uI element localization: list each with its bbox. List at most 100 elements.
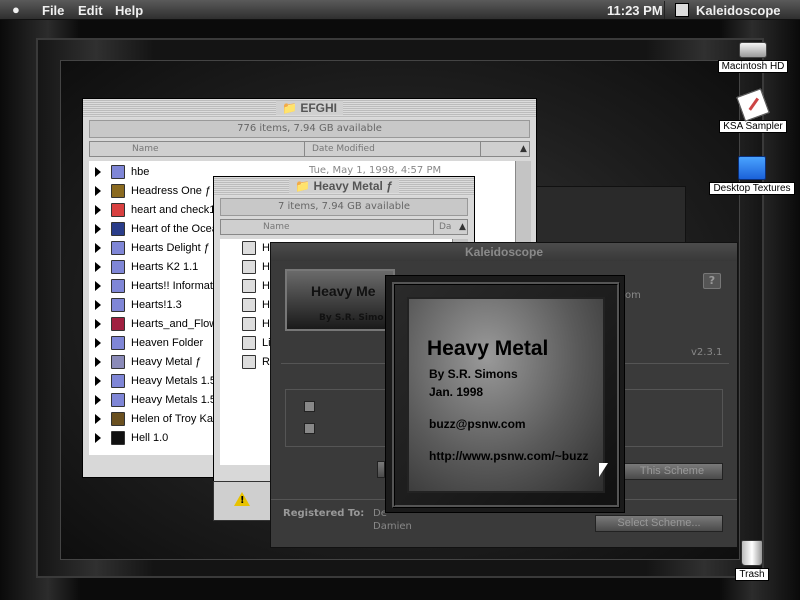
scheme-button-edge[interactable] — [377, 461, 385, 478]
folder-icon — [111, 412, 125, 426]
folder-icon — [111, 393, 125, 407]
disclosure-triangle-icon[interactable] — [95, 433, 101, 443]
registered-to-line-2: Damien — [373, 521, 412, 532]
sort-direction-icon[interactable]: ▲ — [459, 222, 466, 232]
disclosure-triangle-icon[interactable] — [95, 224, 101, 234]
list-item-name: Hearts!1.3 — [131, 299, 182, 311]
window-title: Heavy Metal ƒ — [313, 179, 393, 193]
about-title: Heavy Metal — [427, 337, 549, 360]
application-menu-icon[interactable] — [675, 3, 689, 17]
window-titlebar[interactable]: 📁 EFGHI — [83, 99, 536, 118]
folder-icon — [738, 156, 766, 180]
disclosure-triangle-icon[interactable] — [95, 186, 101, 196]
column-name[interactable]: Name — [263, 222, 290, 232]
option-checkbox-1[interactable] — [304, 401, 315, 412]
folder-icon: 📁 — [282, 101, 297, 115]
list-item-name: Heavy Metal ƒ — [131, 356, 202, 368]
menu-clock[interactable]: 11:23 PM — [607, 3, 663, 18]
list-item-name: Hearts Delight ƒ — [131, 242, 210, 254]
desktop-icon-label: Macintosh HD — [717, 60, 789, 73]
menu-edit[interactable]: Edit — [78, 3, 103, 18]
desktop-icon-label: Trash — [735, 568, 769, 581]
background-window — [536, 186, 686, 246]
disclosure-triangle-icon[interactable] — [95, 243, 101, 253]
panel-titlebar[interactable]: Kaleidoscope — [271, 243, 737, 261]
desktop-icon-trash[interactable]: Trash — [732, 540, 772, 581]
column-date-modified[interactable]: Date Modified — [312, 144, 375, 154]
folder-icon — [111, 165, 125, 179]
disclosure-triangle-icon[interactable] — [95, 167, 101, 177]
folder-icon — [111, 336, 125, 350]
list-item-name: Heaven Folder — [131, 337, 204, 349]
disclosure-triangle-icon[interactable] — [95, 338, 101, 348]
list-item-name: Hearts!! Informati — [131, 280, 216, 292]
menu-help[interactable]: Help — [115, 3, 143, 18]
sort-direction-icon[interactable]: ▲ — [520, 144, 527, 154]
about-box[interactable]: Heavy Metal By S.R. Simons Jan. 1998 buz… — [385, 275, 625, 513]
disclosure-triangle-icon[interactable] — [95, 319, 101, 329]
disclosure-triangle-icon[interactable] — [95, 300, 101, 310]
file-icon — [242, 279, 256, 293]
option-checkbox-2[interactable] — [304, 423, 315, 434]
list-item-name: Heart of the Ocean — [131, 223, 224, 235]
list-item-name: Hell 1.0 — [131, 432, 169, 444]
column-date[interactable]: Da — [439, 222, 451, 232]
about-date: Jan. 1998 — [429, 385, 484, 399]
file-icon — [242, 260, 256, 274]
disclosure-triangle-icon[interactable] — [95, 205, 101, 215]
window-titlebar[interactable]: 📁 Heavy Metal ƒ — [214, 177, 474, 196]
notepad-icon — [736, 88, 770, 122]
desktop-icon-ksa-sampler[interactable]: KSA Sampler — [716, 88, 790, 133]
list-item-name: Heavy Metals 1.5 — [131, 375, 216, 387]
file-icon — [242, 336, 256, 350]
disclosure-triangle-icon[interactable] — [95, 262, 101, 272]
desktop-icon-desktop-textures[interactable]: Desktop Textures — [706, 156, 798, 195]
scheme-badge: Heavy Me By S.R. Simo — [285, 269, 395, 331]
column-divider — [480, 142, 481, 156]
scheme-url-fragment: om — [625, 290, 641, 301]
window-info-bar: 776 items, 7.94 GB available — [89, 120, 530, 138]
column-name[interactable]: Name — [132, 144, 159, 154]
folder-icon — [111, 317, 125, 331]
list-item-name: Headress One ƒ — [131, 185, 212, 197]
about-box-plate: Heavy Metal By S.R. Simons Jan. 1998 buz… — [407, 297, 605, 493]
desktop-icon-label: KSA Sampler — [719, 120, 787, 133]
alert-panel: ! — [213, 481, 271, 521]
disclosure-triangle-icon[interactable] — [95, 376, 101, 386]
window-info-bar: 7 items, 7.94 GB available — [220, 198, 468, 216]
list-item-name: Hearts_and_Flow — [131, 318, 218, 330]
about-url: http://www.psnw.com/~buzz — [429, 449, 589, 463]
list-item-name: Hearts K2 1.1 — [131, 261, 199, 273]
folder-icon: 📁 — [295, 179, 311, 193]
warning-icon-mark: ! — [240, 495, 245, 506]
disclosure-triangle-icon[interactable] — [95, 281, 101, 291]
window-title: EFGHI — [300, 101, 337, 115]
application-menu-name[interactable]: Kaleidoscope — [696, 3, 781, 18]
this-scheme-button[interactable]: This Scheme — [621, 463, 723, 480]
file-icon — [242, 241, 256, 255]
scheme-badge-author: By S.R. Simo — [319, 313, 384, 323]
registered-to-label: Registered To: — [283, 508, 365, 519]
select-scheme-button[interactable]: Select Scheme... — [595, 515, 723, 532]
desktop-icon-macintosh-hd[interactable]: Macintosh HD — [716, 42, 790, 73]
file-icon — [242, 355, 256, 369]
list-item-name: Helen of Troy Kal — [131, 413, 216, 425]
folder-icon — [111, 222, 125, 236]
column-divider — [433, 220, 434, 234]
column-divider — [304, 142, 305, 156]
folder-icon — [111, 298, 125, 312]
menu-bar: ● File Edit Help 11:23 PM Kaleidoscope — [0, 0, 800, 20]
help-button[interactable]: ? — [703, 273, 721, 289]
disclosure-triangle-icon[interactable] — [95, 357, 101, 367]
folder-icon — [111, 184, 125, 198]
disclosure-triangle-icon[interactable] — [95, 414, 101, 424]
list-item-name: hbe — [131, 166, 150, 178]
folder-icon — [111, 203, 125, 217]
version-label: v2.3.1 — [691, 347, 723, 358]
apple-menu-icon[interactable]: ● — [12, 2, 20, 17]
hard-disk-icon — [739, 42, 767, 58]
about-author: By S.R. Simons — [429, 367, 518, 381]
disclosure-triangle-icon[interactable] — [95, 395, 101, 405]
folder-icon — [111, 241, 125, 255]
menu-file[interactable]: File — [42, 3, 64, 18]
